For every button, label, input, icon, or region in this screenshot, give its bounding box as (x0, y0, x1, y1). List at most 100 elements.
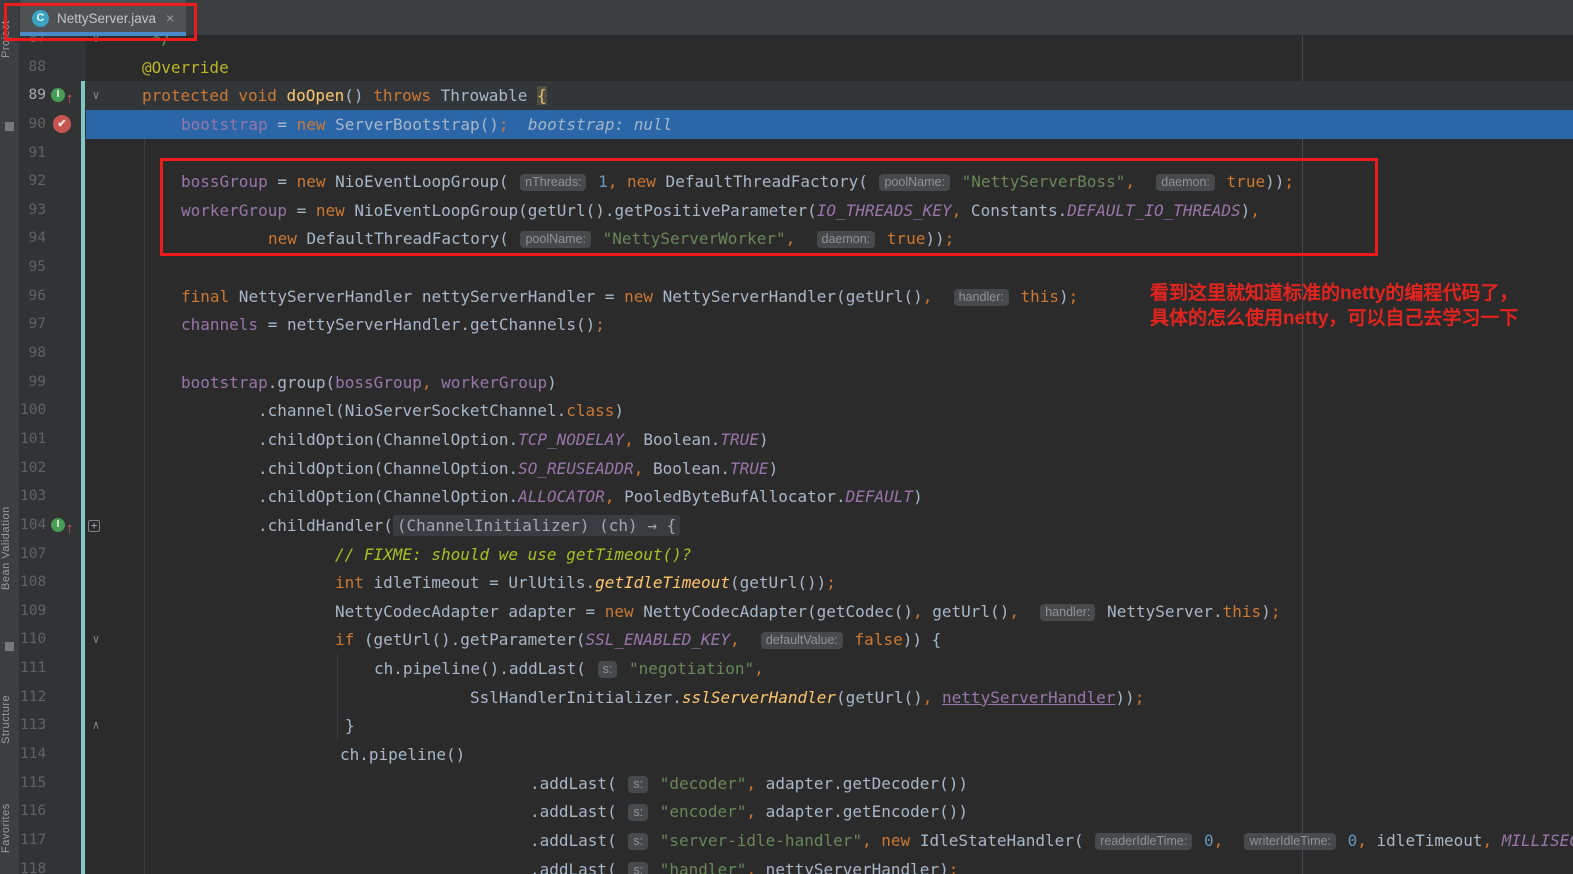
line-number[interactable]: 108 (20, 568, 46, 597)
fold-marker-expanded-icon[interactable]: ∨ (88, 625, 104, 654)
annotation-box-code (160, 158, 1378, 256)
editor-row-107[interactable]: 107// FIXME: should we use getTimeout()? (20, 540, 1573, 569)
code-token: { (537, 86, 547, 105)
editor-row-89[interactable]: 89I↑∨protected void doOpen() throws Thro… (20, 81, 1573, 110)
tool-window-icon[interactable] (5, 642, 14, 651)
code-token: if (335, 630, 354, 649)
editor-row-104[interactable]: 104I↑+.childHandler((ChannelInitializer)… (20, 511, 1573, 540)
code-token: , (624, 430, 634, 449)
line-number[interactable]: 96 (20, 282, 46, 311)
line-number[interactable]: 100 (20, 396, 46, 425)
editor-row-114[interactable]: 114ch.pipeline() (20, 740, 1573, 769)
code-token: = nettyServerHandler.getChannels() (258, 315, 595, 334)
tool-stripe-bean-validation[interactable]: Bean Validation (0, 468, 20, 628)
code-token: )) { (903, 630, 942, 649)
code-token: , (923, 688, 933, 707)
parameter-hint: s: (598, 661, 618, 678)
line-number[interactable]: 104 (20, 511, 46, 540)
editor-row-117[interactable]: 117.addLast( s: "server-idle-handler", n… (20, 826, 1573, 855)
line-number[interactable]: 91 (20, 139, 46, 168)
editor-row-110[interactable]: 110∨if (getUrl().getParameter(SSL_ENABLE… (20, 625, 1573, 654)
editor-row-112[interactable]: 112SslHandlerInitializer.sslServerHandle… (20, 683, 1573, 712)
code-token (872, 831, 882, 850)
editor-row-87[interactable]: 87∨ */ (20, 36, 1573, 53)
editor-row-88[interactable]: 88 @Override (20, 53, 1573, 82)
editor-row-100[interactable]: 100.channel(NioServerSocketChannel.class… (20, 396, 1573, 425)
code-token: this (1020, 287, 1059, 306)
code-token: )) (1115, 688, 1134, 707)
code-token: idleTimeout (1367, 831, 1483, 850)
tool-window-icon[interactable] (5, 122, 14, 131)
line-number[interactable]: 97 (20, 310, 46, 339)
editor-row-111[interactable]: 111ch.pipeline().addLast( s: "negotiatio… (20, 654, 1573, 683)
line-number[interactable]: 89 (20, 81, 46, 110)
editor-row-103[interactable]: 103.childOption(ChannelOption.ALLOCATOR,… (20, 482, 1573, 511)
code-token: .childHandler( (258, 516, 393, 535)
editor-row-108[interactable]: 108int idleTimeout = UrlUtils.getIdleTim… (20, 568, 1573, 597)
line-number[interactable]: 94 (20, 224, 46, 253)
editor-row-109[interactable]: 109NettyCodecAdapter adapter = new Netty… (20, 597, 1573, 626)
tool-stripe-structure[interactable]: Structure (0, 662, 20, 777)
override-method-icon[interactable]: I (51, 88, 65, 102)
editor-row-99[interactable]: 99bootstrap.group(bossGroup, workerGroup… (20, 368, 1573, 397)
code-token: channels (181, 315, 258, 334)
code-token: "encoder" (660, 802, 747, 821)
line-number[interactable]: 112 (20, 683, 46, 712)
line-number[interactable]: 92 (20, 167, 46, 196)
line-number[interactable]: 113 (20, 711, 46, 740)
line-number[interactable]: 116 (20, 797, 46, 826)
code-token: "decoder" (660, 774, 747, 793)
line-number[interactable]: 88 (20, 53, 46, 82)
code-line: channels = nettyServerHandler.getChannel… (142, 310, 605, 339)
line-number[interactable]: 109 (20, 597, 46, 626)
code-token: () (344, 86, 373, 105)
code-token: this (1223, 602, 1262, 621)
code-token: , (746, 860, 756, 874)
editor-row-95[interactable]: 95 (20, 253, 1573, 282)
line-number[interactable]: 95 (20, 253, 46, 282)
fold-marker-collapsed-icon[interactable]: + (88, 520, 100, 532)
code-token: ) (547, 373, 557, 392)
line-number[interactable]: 99 (20, 368, 46, 397)
code-token: new (297, 115, 326, 134)
code-token (650, 774, 660, 793)
editor-row-118[interactable]: 118 .addLast( s: "handler", nettyServerHa… (20, 855, 1573, 874)
parameter-hint: s: (628, 804, 648, 821)
fold-marker-expanded-icon[interactable]: ∨ (88, 81, 104, 110)
code-token: ) (759, 430, 769, 449)
line-number[interactable]: 102 (20, 454, 46, 483)
line-number[interactable]: 115 (20, 769, 46, 798)
code-line: @Override (142, 53, 229, 82)
tool-stripe-favorites[interactable]: Favorites (0, 788, 20, 868)
line-number[interactable]: 107 (20, 540, 46, 569)
editor-row-102[interactable]: 102.childOption(ChannelOption.SO_REUSEAD… (20, 454, 1573, 483)
override-method-icon[interactable]: I (51, 518, 65, 532)
editor-row-115[interactable]: 115 .addLast( s: "decoder", adapter.getDe… (20, 769, 1573, 798)
line-number[interactable]: 103 (20, 482, 46, 511)
code-token: int (335, 573, 364, 592)
line-number[interactable]: 114 (20, 740, 46, 769)
code-token: ; (1069, 287, 1079, 306)
editor-row-116[interactable]: 116.addLast( s: "encoder", adapter.getEn… (20, 797, 1573, 826)
editor-row-113[interactable]: 113∧} (20, 711, 1573, 740)
breakpoint-icon[interactable]: ✔ (53, 115, 71, 133)
line-number[interactable]: 117 (20, 826, 46, 855)
line-number[interactable]: 111 (20, 654, 46, 683)
code-line: .addLast( s: "decoder", adapter.getDecod… (142, 769, 968, 798)
fold-marker-end-icon[interactable]: ∧ (88, 711, 104, 740)
line-number[interactable]: 93 (20, 196, 46, 225)
code-token: doOpen (287, 86, 345, 105)
code-token (650, 860, 660, 874)
line-number[interactable]: 101 (20, 425, 46, 454)
line-number[interactable]: 110 (20, 625, 46, 654)
editor-row-101[interactable]: 101.childOption(ChannelOption.TCP_NODELA… (20, 425, 1573, 454)
line-number[interactable]: 90 (20, 110, 46, 139)
code-token: , (730, 630, 740, 649)
editor-row-90[interactable]: 90✔bootstrap = new ServerBootstrap(); bo… (20, 110, 1573, 139)
code-token: new (624, 287, 653, 306)
line-number[interactable]: 118 (20, 855, 46, 874)
code-line: .addLast( s: "handler", nettyServerHandl… (142, 855, 958, 874)
line-number[interactable]: 98 (20, 339, 46, 368)
editor-row-98[interactable]: 98 (20, 339, 1573, 368)
code-token: NettyCodecAdapter(getCodec() (634, 602, 913, 621)
